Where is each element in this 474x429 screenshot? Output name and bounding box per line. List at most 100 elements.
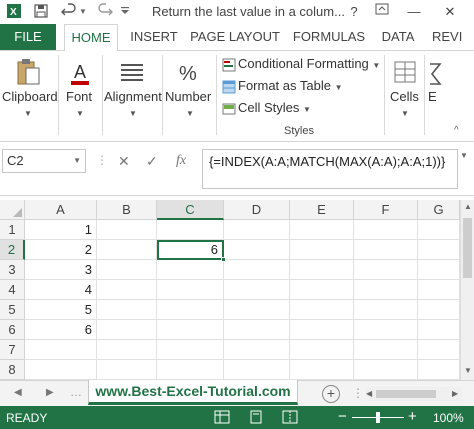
name-box[interactable]: C2 ▼ [2,149,86,173]
sheet-tab-ellipsis[interactable]: … [70,385,82,399]
cell-b5[interactable] [97,300,157,320]
cell-c8[interactable] [157,360,224,380]
clipboard-group[interactable]: Clipboard ▼ [0,51,58,141]
cell-c3[interactable] [157,260,224,280]
horizontal-scrollbar[interactable]: ◀ ▶ [366,387,462,401]
tab-data[interactable]: DATA [376,24,420,50]
cell-g8[interactable] [418,360,460,380]
help-button[interactable]: ? [344,2,364,22]
editing-group[interactable]: E [426,51,446,141]
cell-a2[interactable]: 2 [25,240,97,260]
tab-formulas[interactable]: FORMULAS [290,24,368,50]
cell-e1[interactable] [290,220,354,240]
column-header-g[interactable]: G [418,200,460,220]
cell-g6[interactable] [418,320,460,340]
undo-icon[interactable] [60,3,78,21]
column-header-a[interactable]: A [25,200,97,220]
cell-e7[interactable] [290,340,354,360]
row-header-2[interactable]: 2 [0,240,25,260]
number-group[interactable]: % Number ▼ [164,51,216,141]
undo-dropdown-icon[interactable]: ▼ [78,3,88,21]
column-header-e[interactable]: E [290,200,354,220]
cell-c5[interactable] [157,300,224,320]
row-header-1[interactable]: 1 [0,220,25,240]
cell-d5[interactable] [224,300,290,320]
cell-d7[interactable] [224,340,290,360]
cell-a7[interactable] [25,340,97,360]
sheet-tab-active[interactable]: www.Best-Excel-Tutorial.com [88,380,298,405]
close-button[interactable]: ✕ [440,2,460,22]
cell-styles-button[interactable]: Cell Styles ▼ [222,98,311,118]
zoom-level[interactable]: 100% [433,411,464,425]
tab-page-layout[interactable]: PAGE LAYOUT [190,24,280,50]
row-header-3[interactable]: 3 [0,260,25,280]
row-header-5[interactable]: 5 [0,300,25,320]
cell-a8[interactable] [25,360,97,380]
cell-g5[interactable] [418,300,460,320]
previous-sheet-icon[interactable]: ◀ [14,387,22,398]
cell-c6[interactable] [157,320,224,340]
font-group[interactable]: A Font ▼ [60,51,102,141]
cell-a1[interactable]: 1 [25,220,97,240]
tab-insert[interactable]: INSERT [126,24,182,50]
cell-e5[interactable] [290,300,354,320]
cell-e6[interactable] [290,320,354,340]
cell-f3[interactable] [354,260,418,280]
cell-f4[interactable] [354,280,418,300]
cell-g2[interactable] [418,240,460,260]
cell-a6[interactable]: 6 [25,320,97,340]
cell-b1[interactable] [97,220,157,240]
cell-c2[interactable]: 6 [157,240,224,260]
cell-f8[interactable] [354,360,418,380]
minimize-button[interactable]: — [404,2,424,22]
cell-e3[interactable] [290,260,354,280]
insert-function-icon[interactable]: fx [176,151,194,171]
row-header-8[interactable]: 8 [0,360,25,380]
zoom-slider-thumb[interactable] [376,412,380,423]
cell-a5[interactable]: 5 [25,300,97,320]
column-header-b[interactable]: B [97,200,157,220]
cell-b3[interactable] [97,260,157,280]
cell-f5[interactable] [354,300,418,320]
scroll-up-icon[interactable]: ▲ [464,202,472,211]
format-as-table-button[interactable]: Format as Table ▼ [222,76,343,96]
cancel-icon[interactable]: ✕ [118,151,134,171]
zoom-out-button[interactable]: − [338,408,347,425]
tab-file[interactable]: FILE [0,24,56,50]
collapse-ribbon-icon[interactable]: ^ [454,125,459,136]
cell-e4[interactable] [290,280,354,300]
save-icon[interactable] [32,3,50,21]
cell-g7[interactable] [418,340,460,360]
cell-b6[interactable] [97,320,157,340]
cell-c1[interactable] [157,220,224,240]
add-sheet-button[interactable]: + [322,385,340,403]
name-box-dropdown-icon[interactable]: ▼ [73,150,81,172]
cell-g1[interactable] [418,220,460,240]
tab-split-grip-icon[interactable]: ⋮ [352,386,364,400]
cell-b7[interactable] [97,340,157,360]
cell-c4[interactable] [157,280,224,300]
formula-input[interactable]: {=INDEX(A:A;MATCH(MAX(A:A);A:A;1))} [202,149,458,189]
cell-e8[interactable] [290,360,354,380]
normal-view-icon[interactable] [214,410,230,424]
horizontal-scroll-thumb[interactable] [376,390,436,398]
page-layout-view-icon[interactable] [248,410,264,424]
tab-review[interactable]: REVI [432,24,474,50]
cell-d2[interactable] [224,240,290,260]
expand-formula-bar-icon[interactable]: ▼ [460,151,468,160]
cell-d4[interactable] [224,280,290,300]
cell-a3[interactable]: 3 [25,260,97,280]
scroll-down-icon[interactable]: ▼ [464,366,472,375]
cell-d6[interactable] [224,320,290,340]
cell-g3[interactable] [418,260,460,280]
cell-d1[interactable] [224,220,290,240]
vertical-scroll-thumb[interactable] [463,218,472,278]
cell-b8[interactable] [97,360,157,380]
cell-e2[interactable] [290,240,354,260]
ribbon-display-options-icon[interactable] [372,2,392,22]
row-header-6[interactable]: 6 [0,320,25,340]
cell-f6[interactable] [354,320,418,340]
cells-group[interactable]: Cells ▼ [386,51,424,141]
cell-c7[interactable] [157,340,224,360]
cell-a4[interactable]: 4 [25,280,97,300]
